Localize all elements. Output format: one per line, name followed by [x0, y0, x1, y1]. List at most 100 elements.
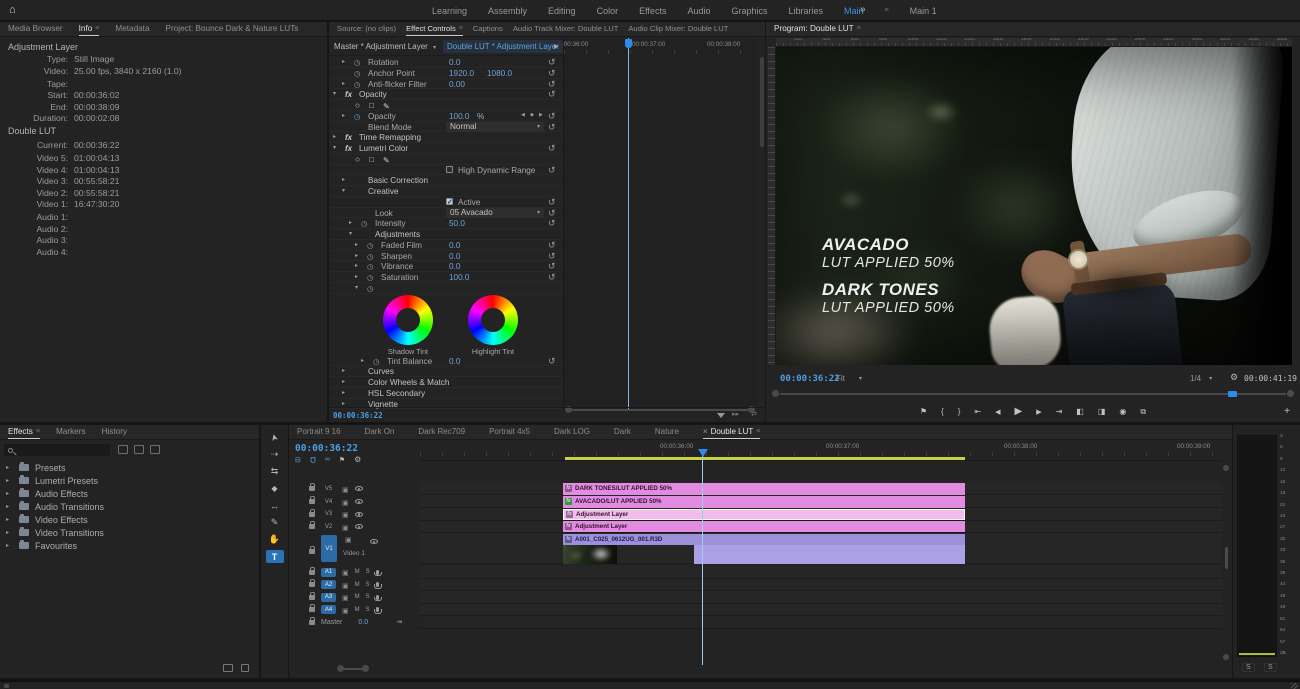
- expander-icon[interactable]: [355, 262, 362, 269]
- settings-wrench-icon[interactable]: ⚙: [1230, 372, 1238, 383]
- lock-icon[interactable]: [309, 607, 315, 612]
- clip-v1-body[interactable]: [694, 545, 965, 564]
- clip-adjustment-layer-v2[interactable]: fxAdjustment Layer: [563, 521, 965, 532]
- timeline-settings-icon[interactable]: ⚙: [354, 455, 361, 464]
- reset-icon[interactable]: [548, 111, 556, 122]
- effects-folder-row[interactable]: Audio Effects: [0, 487, 259, 500]
- sequence-tab-dark-on[interactable]: Dark On: [365, 425, 395, 439]
- effects-folder-row[interactable]: Presets: [0, 461, 259, 474]
- chevron-down-icon[interactable]: [433, 44, 436, 51]
- playback-resolution-dropdown[interactable]: 1/4: [1190, 374, 1212, 383]
- section-label[interactable]: Color Wheels & Match: [368, 378, 449, 387]
- track-button-a3[interactable]: A3: [321, 593, 336, 602]
- section-label[interactable]: Curves: [368, 367, 394, 376]
- linked-selection-icon[interactable]: ∞: [325, 456, 330, 463]
- track-button-v4[interactable]: V4: [321, 497, 336, 506]
- expander-icon[interactable]: [6, 490, 13, 497]
- step-back-icon[interactable]: ◀: [995, 408, 1000, 416]
- expander-icon[interactable]: [6, 529, 13, 536]
- expander-icon[interactable]: [342, 58, 349, 65]
- track-button-a2[interactable]: A2: [321, 580, 336, 589]
- comparison-view-icon[interactable]: ⧉: [1140, 407, 1146, 417]
- zoom-handle-right[interactable]: [362, 665, 369, 672]
- expander-icon[interactable]: [342, 400, 349, 407]
- effects-folder-row[interactable]: Favourites: [0, 539, 259, 552]
- expander-icon[interactable]: [355, 252, 362, 259]
- stopwatch-icon[interactable]: [354, 80, 361, 89]
- lock-icon[interactable]: [309, 549, 315, 554]
- expander-icon[interactable]: [342, 378, 349, 385]
- program-playhead-thumb[interactable]: [1228, 391, 1237, 397]
- reset-icon[interactable]: [548, 218, 556, 229]
- lock-icon[interactable]: [309, 499, 315, 504]
- reset-icon[interactable]: [548, 68, 556, 79]
- section-label[interactable]: Basic Correction: [368, 176, 428, 185]
- workspace-overflow-icon[interactable]: »: [860, 4, 866, 15]
- ellipse-mask-icon[interactable]: [355, 101, 360, 110]
- reset-icon[interactable]: [548, 251, 556, 262]
- active-checkbox[interactable]: [446, 198, 453, 205]
- lock-icon[interactable]: [309, 595, 315, 600]
- tab-captions[interactable]: Captions: [473, 22, 503, 36]
- shadow-tint-wheel[interactable]: [383, 295, 433, 345]
- ec-vertical-scrollbar[interactable]: [760, 57, 764, 147]
- timeline-playhead-head[interactable]: [698, 449, 708, 457]
- expander-icon[interactable]: [355, 273, 362, 280]
- reset-icon[interactable]: [548, 208, 556, 219]
- filter-accelerated-icon[interactable]: [118, 445, 128, 454]
- type-tool-icon[interactable]: T: [266, 550, 284, 563]
- program-scrubber[interactable]: [780, 393, 1286, 395]
- tab-project[interactable]: Project: Bounce Dark & Nature LUTs: [166, 22, 299, 36]
- track-output-eye-icon[interactable]: [355, 499, 363, 504]
- solo-left-button[interactable]: S: [1242, 663, 1255, 672]
- pen-mask-icon[interactable]: [383, 155, 390, 165]
- expander-icon[interactable]: [6, 477, 13, 484]
- track-output-eye-icon[interactable]: [370, 539, 378, 544]
- track-output-eye-icon[interactable]: [355, 486, 363, 491]
- clip-adjustment-layer-v3[interactable]: fxAdjustment Layer: [563, 509, 965, 520]
- expander-icon[interactable]: [6, 503, 13, 510]
- panel-menu-icon[interactable]: [459, 25, 463, 32]
- voiceover-record-icon[interactable]: [376, 570, 379, 575]
- close-icon[interactable]: [703, 427, 708, 436]
- voiceover-record-icon[interactable]: [376, 582, 379, 587]
- track-lane-a2[interactable]: [420, 579, 1222, 592]
- button-editor-plus-icon[interactable]: +: [1284, 406, 1290, 417]
- reset-icon[interactable]: [548, 122, 556, 133]
- solo-button[interactable]: S: [366, 607, 370, 613]
- zoom-level-dropdown[interactable]: Fit: [836, 374, 862, 383]
- expander-icon[interactable]: [342, 80, 349, 87]
- property-value[interactable]: 100.0: [449, 273, 470, 282]
- highlight-tint-wheel[interactable]: [468, 295, 518, 345]
- lock-icon[interactable]: [309, 620, 315, 625]
- tab-effects[interactable]: Effects: [8, 425, 40, 439]
- voiceover-record-icon[interactable]: [376, 595, 379, 600]
- panel-menu-icon[interactable]: [95, 25, 99, 32]
- section-label[interactable]: HSL Secondary: [368, 389, 425, 398]
- lock-icon[interactable]: [309, 582, 315, 587]
- property-value[interactable]: 0.0: [449, 252, 460, 261]
- track-output-eye-icon[interactable]: [355, 524, 363, 529]
- solo-right-button[interactable]: S: [1264, 663, 1277, 672]
- tab-program[interactable]: Program: Double LUT: [774, 22, 861, 36]
- property-value[interactable]: 0.00: [449, 80, 465, 89]
- tab-media-browser[interactable]: Media Browser: [8, 22, 63, 36]
- work-area-bar[interactable]: [565, 457, 965, 460]
- tab-audio-clip-mixer[interactable]: Audio Clip Mixer: Double LUT: [628, 22, 728, 36]
- look-dropdown[interactable]: 05 Avacado: [446, 208, 544, 218]
- reset-icon[interactable]: [548, 143, 556, 154]
- add-keyframe-icon[interactable]: [530, 112, 534, 118]
- scrubber-handle-left[interactable]: [772, 390, 779, 397]
- tab-source[interactable]: Source: (no clips): [337, 22, 396, 36]
- timeline-view-toggle-icon[interactable]: ▶: [554, 43, 559, 50]
- track-button-v1[interactable]: V1: [321, 535, 337, 562]
- track-lane-master[interactable]: [420, 616, 1222, 629]
- hdr-checkbox[interactable]: [446, 166, 453, 173]
- lock-icon[interactable]: [309, 512, 315, 517]
- track-button-v2[interactable]: V2: [321, 522, 336, 531]
- razor-tool-icon[interactable]: ◆: [266, 482, 284, 495]
- home-icon[interactable]: ⌂: [9, 4, 16, 16]
- pan-keyframes-icon[interactable]: ⇄: [751, 410, 757, 418]
- rect-mask-icon[interactable]: [369, 155, 374, 164]
- workspace-tab-assembly[interactable]: Assembly: [488, 6, 527, 16]
